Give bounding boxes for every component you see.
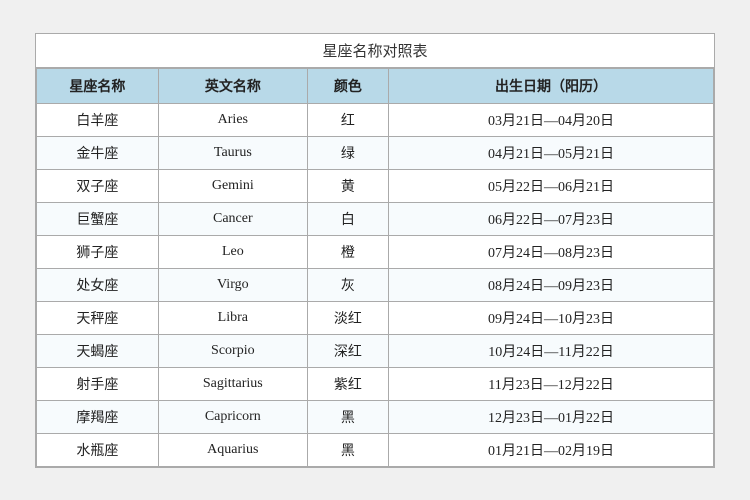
cell-english-name: Aries <box>158 103 307 136</box>
cell-chinese-name: 水瓶座 <box>37 433 159 466</box>
cell-color: 黄 <box>307 169 388 202</box>
header-color: 颜色 <box>307 68 388 103</box>
table-row: 摩羯座Capricorn黑12月23日—01月22日 <box>37 400 714 433</box>
zodiac-table: 星座名称 英文名称 颜色 出生日期（阳历） 白羊座Aries红03月21日—04… <box>36 68 714 467</box>
main-container: 星座名称对照表 星座名称 英文名称 颜色 出生日期（阳历） 白羊座Aries红0… <box>35 33 715 468</box>
table-row: 白羊座Aries红03月21日—04月20日 <box>37 103 714 136</box>
cell-date: 04月21日—05月21日 <box>389 136 714 169</box>
cell-color: 红 <box>307 103 388 136</box>
cell-english-name: Taurus <box>158 136 307 169</box>
cell-date: 07月24日—08月23日 <box>389 235 714 268</box>
cell-chinese-name: 狮子座 <box>37 235 159 268</box>
page-title: 星座名称对照表 <box>36 34 714 68</box>
cell-chinese-name: 天蝎座 <box>37 334 159 367</box>
table-row: 水瓶座Aquarius黑01月21日—02月19日 <box>37 433 714 466</box>
cell-date: 03月21日—04月20日 <box>389 103 714 136</box>
cell-date: 09月24日—10月23日 <box>389 301 714 334</box>
cell-english-name: Aquarius <box>158 433 307 466</box>
cell-english-name: Leo <box>158 235 307 268</box>
cell-english-name: Libra <box>158 301 307 334</box>
table-row: 天秤座Libra淡红09月24日—10月23日 <box>37 301 714 334</box>
table-row: 射手座Sagittarius紫红11月23日—12月22日 <box>37 367 714 400</box>
cell-color: 淡红 <box>307 301 388 334</box>
cell-english-name: Sagittarius <box>158 367 307 400</box>
cell-english-name: Virgo <box>158 268 307 301</box>
table-row: 双子座Gemini黄05月22日—06月21日 <box>37 169 714 202</box>
header-chinese-name: 星座名称 <box>37 68 159 103</box>
cell-english-name: Gemini <box>158 169 307 202</box>
cell-chinese-name: 射手座 <box>37 367 159 400</box>
cell-date: 01月21日—02月19日 <box>389 433 714 466</box>
table-row: 天蝎座Scorpio深红10月24日—11月22日 <box>37 334 714 367</box>
cell-english-name: Scorpio <box>158 334 307 367</box>
header-english-name: 英文名称 <box>158 68 307 103</box>
table-row: 处女座Virgo灰08月24日—09月23日 <box>37 268 714 301</box>
cell-date: 08月24日—09月23日 <box>389 268 714 301</box>
cell-date: 10月24日—11月22日 <box>389 334 714 367</box>
cell-color: 白 <box>307 202 388 235</box>
cell-color: 紫红 <box>307 367 388 400</box>
table-row: 巨蟹座Cancer白06月22日—07月23日 <box>37 202 714 235</box>
cell-date: 06月22日—07月23日 <box>389 202 714 235</box>
cell-english-name: Capricorn <box>158 400 307 433</box>
cell-chinese-name: 天秤座 <box>37 301 159 334</box>
cell-date: 05月22日—06月21日 <box>389 169 714 202</box>
table-header-row: 星座名称 英文名称 颜色 出生日期（阳历） <box>37 68 714 103</box>
table-row: 金牛座Taurus绿04月21日—05月21日 <box>37 136 714 169</box>
cell-chinese-name: 金牛座 <box>37 136 159 169</box>
cell-chinese-name: 白羊座 <box>37 103 159 136</box>
header-date: 出生日期（阳历） <box>389 68 714 103</box>
table-row: 狮子座Leo橙07月24日—08月23日 <box>37 235 714 268</box>
cell-chinese-name: 双子座 <box>37 169 159 202</box>
cell-date: 12月23日—01月22日 <box>389 400 714 433</box>
cell-color: 深红 <box>307 334 388 367</box>
cell-color: 黑 <box>307 433 388 466</box>
cell-chinese-name: 巨蟹座 <box>37 202 159 235</box>
cell-chinese-name: 摩羯座 <box>37 400 159 433</box>
cell-color: 绿 <box>307 136 388 169</box>
cell-chinese-name: 处女座 <box>37 268 159 301</box>
cell-date: 11月23日—12月22日 <box>389 367 714 400</box>
cell-color: 灰 <box>307 268 388 301</box>
cell-color: 黑 <box>307 400 388 433</box>
cell-color: 橙 <box>307 235 388 268</box>
cell-english-name: Cancer <box>158 202 307 235</box>
